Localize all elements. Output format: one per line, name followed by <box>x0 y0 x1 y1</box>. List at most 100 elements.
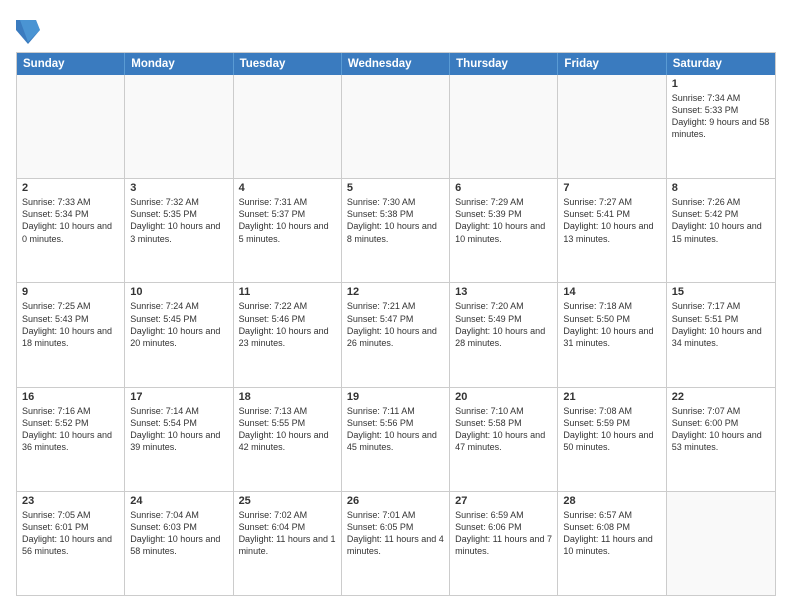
calendar-row-3: 16 Sunrise: 7:16 AM Sunset: 5:52 PM Dayli… <box>17 387 775 491</box>
day-number: 6 <box>455 182 552 194</box>
calendar-cell-2-3: 12 Sunrise: 7:21 AM Sunset: 5:47 PM Dayli… <box>342 283 450 386</box>
day-info: Sunrise: 7:11 AM Sunset: 5:56 PM Dayligh… <box>347 405 444 454</box>
page: Sunday Monday Tuesday Wednesday Thursday… <box>0 0 792 612</box>
day-number: 20 <box>455 391 552 403</box>
day-info: Sunrise: 7:31 AM Sunset: 5:37 PM Dayligh… <box>239 196 336 245</box>
day-number: 21 <box>563 391 660 403</box>
calendar-cell-4-3: 26 Sunrise: 7:01 AM Sunset: 6:05 PM Dayli… <box>342 492 450 595</box>
day-number: 17 <box>130 391 227 403</box>
logo-icon <box>16 16 40 44</box>
calendar-row-0: 1 Sunrise: 7:34 AM Sunset: 5:33 PM Daylig… <box>17 75 775 178</box>
calendar-cell-3-1: 17Sunrise: 7:14 AM Sunset: 5:54 PM Dayli… <box>125 388 233 491</box>
weekday-sunday: Sunday <box>17 53 125 75</box>
day-info: Sunrise: 7:24 AM Sunset: 5:45 PM Dayligh… <box>130 300 227 349</box>
weekday-monday: Monday <box>125 53 233 75</box>
header <box>16 16 776 44</box>
day-number: 28 <box>563 495 660 507</box>
calendar-cell-0-6: 1 Sunrise: 7:34 AM Sunset: 5:33 PM Daylig… <box>667 75 775 178</box>
day-info: Sunrise: 7:20 AM Sunset: 5:49 PM Dayligh… <box>455 300 552 349</box>
day-info: Sunrise: 7:01 AM Sunset: 6:05 PM Dayligh… <box>347 509 444 558</box>
calendar-cell-3-2: 18 Sunrise: 7:13 AM Sunset: 5:55 PM Dayli… <box>234 388 342 491</box>
calendar-cell-2-5: 14 Sunrise: 7:18 AM Sunset: 5:50 PM Dayli… <box>558 283 666 386</box>
day-number: 26 <box>347 495 444 507</box>
day-info: Sunrise: 7:22 AM Sunset: 5:46 PM Dayligh… <box>239 300 336 349</box>
day-info: Sunrise: 7:13 AM Sunset: 5:55 PM Dayligh… <box>239 405 336 454</box>
day-number: 18 <box>239 391 336 403</box>
day-number: 7 <box>563 182 660 194</box>
day-info: Sunrise: 7:26 AM Sunset: 5:42 PM Dayligh… <box>672 196 770 245</box>
day-number: 4 <box>239 182 336 194</box>
day-number: 9 <box>22 286 119 298</box>
calendar-cell-1-2: 4 Sunrise: 7:31 AM Sunset: 5:37 PM Daylig… <box>234 179 342 282</box>
calendar-header: Sunday Monday Tuesday Wednesday Thursday… <box>17 53 775 75</box>
day-info: Sunrise: 7:21 AM Sunset: 5:47 PM Dayligh… <box>347 300 444 349</box>
calendar-cell-0-3 <box>342 75 450 178</box>
day-info: Sunrise: 7:02 AM Sunset: 6:04 PM Dayligh… <box>239 509 336 558</box>
calendar-cell-4-5: 28 Sunrise: 6:57 AM Sunset: 6:08 PM Dayli… <box>558 492 666 595</box>
day-info: Sunrise: 7:07 AM Sunset: 6:00 PM Dayligh… <box>672 405 770 454</box>
calendar-cell-1-1: 3 Sunrise: 7:32 AM Sunset: 5:35 PM Daylig… <box>125 179 233 282</box>
day-info: Sunrise: 6:57 AM Sunset: 6:08 PM Dayligh… <box>563 509 660 558</box>
day-number: 5 <box>347 182 444 194</box>
day-number: 22 <box>672 391 770 403</box>
day-number: 16 <box>22 391 119 403</box>
day-number: 3 <box>130 182 227 194</box>
day-number: 2 <box>22 182 119 194</box>
calendar-cell-2-0: 9 Sunrise: 7:25 AM Sunset: 5:43 PM Daylig… <box>17 283 125 386</box>
day-info: Sunrise: 7:32 AM Sunset: 5:35 PM Dayligh… <box>130 196 227 245</box>
day-info: Sunrise: 7:25 AM Sunset: 5:43 PM Dayligh… <box>22 300 119 349</box>
calendar-cell-0-2 <box>234 75 342 178</box>
day-info: Sunrise: 7:05 AM Sunset: 6:01 PM Dayligh… <box>22 509 119 558</box>
calendar-cell-2-6: 15 Sunrise: 7:17 AM Sunset: 5:51 PM Dayli… <box>667 283 775 386</box>
day-number: 1 <box>672 78 770 90</box>
day-info: Sunrise: 7:18 AM Sunset: 5:50 PM Dayligh… <box>563 300 660 349</box>
calendar-row-4: 23 Sunrise: 7:05 AM Sunset: 6:01 PM Dayli… <box>17 491 775 595</box>
calendar-cell-0-0 <box>17 75 125 178</box>
day-number: 8 <box>672 182 770 194</box>
day-number: 10 <box>130 286 227 298</box>
calendar-cell-4-1: 24 Sunrise: 7:04 AM Sunset: 6:03 PM Dayli… <box>125 492 233 595</box>
calendar-cell-2-4: 13 Sunrise: 7:20 AM Sunset: 5:49 PM Dayli… <box>450 283 558 386</box>
day-info: Sunrise: 7:27 AM Sunset: 5:41 PM Dayligh… <box>563 196 660 245</box>
day-info: Sunrise: 7:34 AM Sunset: 5:33 PM Dayligh… <box>672 92 770 141</box>
calendar: Sunday Monday Tuesday Wednesday Thursday… <box>16 52 776 596</box>
day-info: Sunrise: 7:08 AM Sunset: 5:59 PM Dayligh… <box>563 405 660 454</box>
day-info: Sunrise: 7:16 AM Sunset: 5:52 PM Dayligh… <box>22 405 119 454</box>
day-number: 12 <box>347 286 444 298</box>
day-number: 24 <box>130 495 227 507</box>
calendar-cell-1-0: 2 Sunrise: 7:33 AM Sunset: 5:34 PM Daylig… <box>17 179 125 282</box>
day-number: 13 <box>455 286 552 298</box>
day-number: 23 <box>22 495 119 507</box>
calendar-cell-3-5: 21 Sunrise: 7:08 AM Sunset: 5:59 PM Dayli… <box>558 388 666 491</box>
calendar-cell-3-0: 16 Sunrise: 7:16 AM Sunset: 5:52 PM Dayli… <box>17 388 125 491</box>
day-info: Sunrise: 7:30 AM Sunset: 5:38 PM Dayligh… <box>347 196 444 245</box>
calendar-cell-0-5 <box>558 75 666 178</box>
calendar-cell-0-4 <box>450 75 558 178</box>
logo <box>16 16 44 44</box>
calendar-cell-1-6: 8 Sunrise: 7:26 AM Sunset: 5:42 PM Daylig… <box>667 179 775 282</box>
calendar-row-2: 9 Sunrise: 7:25 AM Sunset: 5:43 PM Daylig… <box>17 282 775 386</box>
day-info: Sunrise: 7:33 AM Sunset: 5:34 PM Dayligh… <box>22 196 119 245</box>
calendar-cell-1-5: 7 Sunrise: 7:27 AM Sunset: 5:41 PM Daylig… <box>558 179 666 282</box>
calendar-row-1: 2 Sunrise: 7:33 AM Sunset: 5:34 PM Daylig… <box>17 178 775 282</box>
calendar-cell-3-6: 22 Sunrise: 7:07 AM Sunset: 6:00 PM Dayli… <box>667 388 775 491</box>
calendar-cell-1-4: 6 Sunrise: 7:29 AM Sunset: 5:39 PM Daylig… <box>450 179 558 282</box>
calendar-cell-3-4: 20Sunrise: 7:10 AM Sunset: 5:58 PM Dayli… <box>450 388 558 491</box>
day-number: 11 <box>239 286 336 298</box>
calendar-cell-4-0: 23 Sunrise: 7:05 AM Sunset: 6:01 PM Dayli… <box>17 492 125 595</box>
calendar-cell-2-2: 11 Sunrise: 7:22 AM Sunset: 5:46 PM Dayli… <box>234 283 342 386</box>
calendar-cell-2-1: 10 Sunrise: 7:24 AM Sunset: 5:45 PM Dayli… <box>125 283 233 386</box>
day-info: Sunrise: 7:04 AM Sunset: 6:03 PM Dayligh… <box>130 509 227 558</box>
weekday-tuesday: Tuesday <box>234 53 342 75</box>
day-number: 19 <box>347 391 444 403</box>
day-info: Sunrise: 7:29 AM Sunset: 5:39 PM Dayligh… <box>455 196 552 245</box>
calendar-cell-4-4: 27Sunrise: 6:59 AM Sunset: 6:06 PM Dayli… <box>450 492 558 595</box>
day-info: Sunrise: 6:59 AM Sunset: 6:06 PM Dayligh… <box>455 509 552 558</box>
weekday-friday: Friday <box>558 53 666 75</box>
day-info: Sunrise: 7:17 AM Sunset: 5:51 PM Dayligh… <box>672 300 770 349</box>
day-number: 14 <box>563 286 660 298</box>
day-number: 15 <box>672 286 770 298</box>
calendar-body: 1 Sunrise: 7:34 AM Sunset: 5:33 PM Daylig… <box>17 75 775 595</box>
day-number: 25 <box>239 495 336 507</box>
weekday-wednesday: Wednesday <box>342 53 450 75</box>
